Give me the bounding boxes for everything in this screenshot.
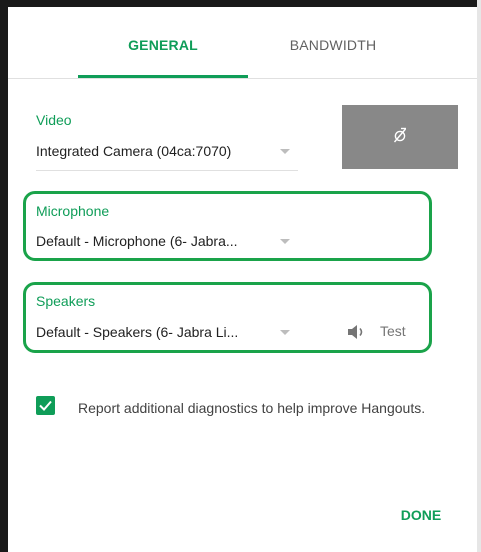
window-edge-left [0,0,8,552]
microphone-label: Microphone [36,203,110,219]
test-label: Test [380,323,406,339]
caret-down-icon [280,330,290,335]
active-tab-indicator [78,75,248,78]
video-select-underline [36,170,298,171]
speakers-select-value: Default - Speakers (6- Jabra Li... [36,324,239,340]
video-select-value: Integrated Camera (04ca:7070) [36,143,232,159]
window-edge-top [0,0,481,7]
window-edge-right [477,0,481,552]
done-button[interactable]: DONE [393,500,449,530]
diagnostics-label: Report additional diagnostics to help im… [78,400,426,416]
video-select[interactable]: Integrated Camera (04ca:7070) [36,143,298,171]
tab-bandwidth[interactable]: BANDWIDTH [248,37,418,57]
speakers-label: Speakers [36,293,96,309]
tab-bar: GENERAL BANDWIDTH [8,7,477,79]
speakers-select[interactable]: Default - Speakers (6- Jabra Li... [36,324,298,346]
settings-dialog: GENERAL BANDWIDTH Video Integrated Camer… [0,0,481,552]
caret-down-icon [280,149,290,154]
speaker-icon [348,325,363,339]
checkmark-icon [39,400,52,411]
camera-preview [342,105,458,169]
microphone-select[interactable]: Default - Microphone (6- Jabra... [36,233,298,255]
microphone-select-value: Default - Microphone (6- Jabra... [36,233,238,249]
camera-off-icon [393,127,407,143]
caret-down-icon [280,239,290,244]
tab-general[interactable]: GENERAL [78,37,248,57]
video-label: Video [36,112,72,128]
diagnostics-checkbox[interactable] [36,396,55,415]
